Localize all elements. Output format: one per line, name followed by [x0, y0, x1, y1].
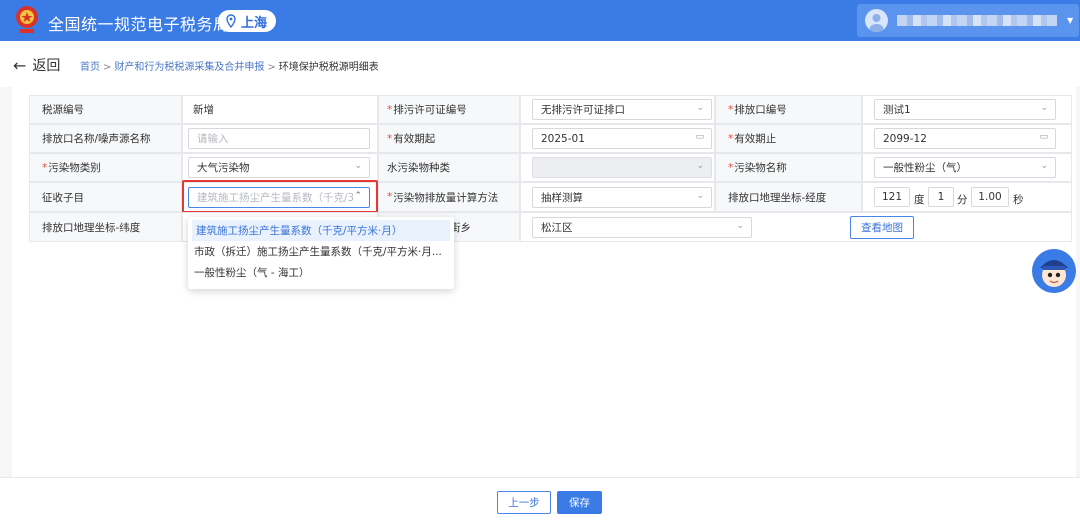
caret-down-icon: ▼ [1067, 16, 1074, 25]
save-button[interactable]: 保存 [557, 491, 602, 514]
outlet-name-input[interactable]: 请输入 [188, 128, 370, 149]
assistant-mascot-icon[interactable] [1031, 248, 1077, 294]
breadcrumb-section[interactable]: 财产和行为税税源采集及合并申报 [114, 62, 264, 73]
back-button[interactable]: ← 返回 [13, 55, 60, 75]
user-avatar-icon [865, 9, 888, 32]
label-pollutant-category: * 污染物类别 [29, 153, 182, 182]
breadcrumb-home[interactable]: 首页 [80, 62, 100, 73]
breadcrumb-separator: > [267, 62, 276, 73]
label-levy-subitem: 征收子目 [29, 182, 182, 212]
chevron-down-icon: ⌄ [696, 103, 704, 113]
label-water-pollutant-type: 水污染物种类 [378, 153, 520, 182]
chevron-down-icon: ⌄ [696, 191, 704, 201]
label-calc-method: * 污染物排放量计算方法 [378, 182, 520, 212]
breadcrumb-separator: > [103, 62, 112, 73]
label-valid-from: * 有效期起 [378, 124, 520, 153]
calendar-icon: ▭ [695, 132, 704, 142]
breadcrumb-current: 环境保护税税源明细表 [278, 62, 379, 73]
top-header: 全国统一规范电子税务局 上海 ▼ [0, 0, 1080, 41]
breadcrumb-bar: ← 返回 首页 > 财产和行为税税源采集及合并申报 > 环境保护税税源明细表 [0, 41, 1080, 87]
app-title: 全国统一规范电子税务局 [48, 15, 230, 34]
pollutant-name-select[interactable]: 一般性粉尘（气） ⌄ [874, 157, 1056, 178]
dropdown-option[interactable]: 一般性粉尘（气 - 海工） [188, 262, 454, 283]
back-label: 返回 [32, 58, 61, 74]
region-label: 上海 [241, 15, 268, 31]
degree-unit: 度 [914, 194, 925, 206]
longitude-degree-input[interactable]: 121 [874, 187, 910, 207]
valid-to-date-picker[interactable]: 2099-12 ▭ [874, 128, 1056, 149]
view-map-button[interactable]: 查看地图 [850, 216, 914, 239]
arrow-left-icon: ← [13, 55, 27, 75]
value-tax-source-no: 新增 [182, 95, 378, 124]
pollutant-category-select[interactable]: 大气污染物 ⌄ [188, 157, 370, 178]
label-latitude: 排放口地理坐标-纬度 [29, 212, 182, 242]
chevron-down-icon: ⌄ [736, 221, 744, 231]
highlight-box [182, 180, 378, 213]
levy-subitem-dropdown: 建筑施工扬尘产生量系数（千克/平方米·月） 市政（拆迁）施工扬尘产生量系数（千克… [188, 217, 454, 289]
previous-step-button[interactable]: 上一步 [497, 491, 551, 514]
longitude-second-input[interactable]: 1.00 [971, 187, 1009, 207]
label-outlet-no: * 排放口编号 [715, 95, 862, 124]
label-longitude: 排放口地理坐标-经度 [715, 182, 862, 212]
outlet-no-select[interactable]: 测试1 ⌄ [874, 99, 1056, 120]
label-permit-no: * 排污许可证编号 [378, 95, 520, 124]
minute-unit: 分 [957, 194, 968, 206]
dropdown-option[interactable]: 市政（拆迁）施工扬尘产生量系数（千克/平方米·月... [188, 241, 454, 262]
chevron-down-icon: ⌄ [696, 161, 704, 171]
region-selector[interactable]: 上海 [218, 10, 277, 32]
chevron-down-icon: ⌄ [1040, 103, 1048, 113]
water-pollutant-type-select: ⌄ [532, 157, 712, 178]
label-valid-to: * 有效期止 [715, 124, 862, 153]
location-pin-icon [226, 14, 236, 28]
calc-method-select[interactable]: 抽样测算 ⌄ [532, 187, 712, 208]
chevron-down-icon: ⌄ [354, 161, 362, 171]
permit-no-select[interactable]: 无排污许可证排口 ⌄ [532, 99, 712, 120]
user-menu[interactable]: ▼ [857, 4, 1079, 37]
tax-emblem-icon [16, 6, 38, 33]
longitude-minute-input[interactable]: 1 [928, 187, 954, 207]
user-name-redacted [897, 15, 1057, 26]
valid-from-date-picker[interactable]: 2025-01 ▭ [532, 128, 712, 149]
dropdown-option[interactable]: 建筑施工扬尘产生量系数（千克/平方米·月） [192, 220, 450, 241]
chevron-down-icon: ⌄ [1040, 161, 1048, 171]
label-tax-source-no: 税源编号 [29, 95, 182, 124]
second-unit: 秒 [1013, 194, 1024, 206]
label-pollutant-name: * 污染物名称 [715, 153, 862, 182]
label-outlet-name: 排放口名称/噪声源名称 [29, 124, 182, 153]
street-town-select[interactable]: 松江区 ⌄ [532, 217, 752, 238]
calendar-icon: ▭ [1039, 132, 1048, 142]
breadcrumb: 首页 > 财产和行为税税源采集及合并申报 > 环境保护税税源明细表 [80, 58, 379, 73]
